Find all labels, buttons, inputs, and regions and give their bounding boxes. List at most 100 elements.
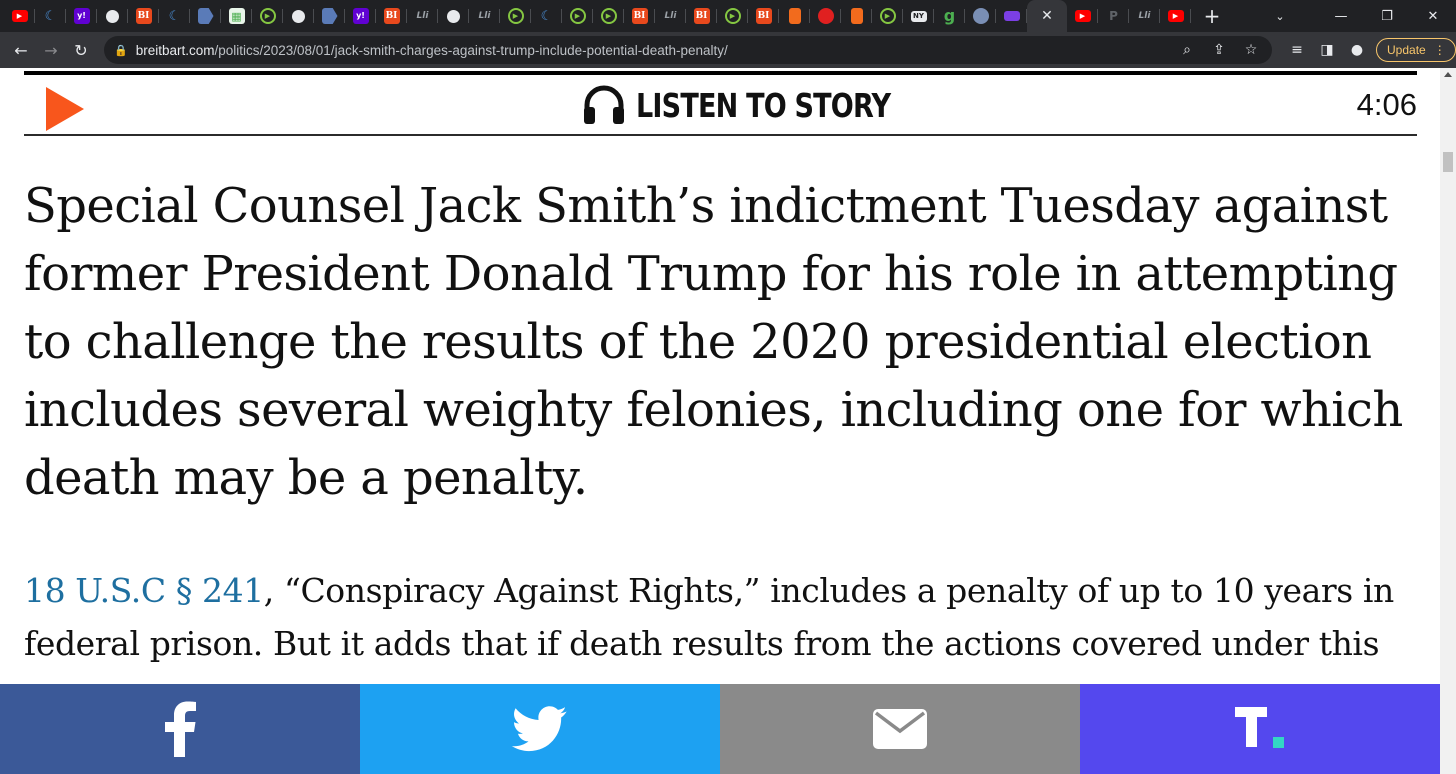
browser-tab[interactable]: BI — [376, 0, 407, 32]
browser-tab[interactable]: P — [1098, 0, 1129, 32]
restore-icon[interactable]: ❐ — [1364, 0, 1410, 32]
browser-tab[interactable]: ☾ — [531, 0, 562, 32]
news-icon: NY — [910, 10, 927, 22]
toolbar-actions: ≡ ◨ ● Update ⋮ — [1282, 35, 1456, 65]
browser-tab[interactable]: Lli — [469, 0, 500, 32]
url-text[interactable]: breitbart.com/politics/2023/08/01/jack-s… — [136, 43, 728, 58]
more-menu-icon[interactable]: ⋮ — [1434, 43, 1446, 57]
new-tab-button[interactable]: + — [1195, 0, 1229, 32]
tab-search-icon[interactable]: ⌄ — [1260, 0, 1300, 32]
browser-tab[interactable]: ☾ — [35, 0, 66, 32]
crescent-icon: ☾ — [44, 8, 57, 24]
address-bar[interactable]: 🔒 breitbart.com/politics/2023/08/01/jack… — [104, 36, 1272, 64]
back-icon[interactable]: ← — [6, 35, 36, 65]
browser-tab[interactable]: BI — [686, 0, 717, 32]
tab-list: ▶ ☾ y! BI ☾ ▦ ▶ y! BI Lli Lli ▶ ☾ ▶ ▶ BI Lli BI ▶ BI ▶ NY g ✕ ▶ P… — [4, 0, 1191, 32]
browser-tab[interactable]: BI — [128, 0, 159, 32]
youtube-icon: ▶ — [1074, 10, 1091, 22]
breitbart-icon: BI — [631, 8, 648, 24]
close-window-icon[interactable]: ✕ — [1410, 0, 1456, 32]
browser-tab[interactable]: ☾ — [159, 0, 190, 32]
browser-tab[interactable] — [810, 0, 841, 32]
play-icon[interactable] — [46, 87, 84, 131]
scroll-thumb[interactable] — [1443, 152, 1453, 172]
truth-social-share-button[interactable] — [1080, 684, 1440, 774]
browser-tab[interactable] — [190, 0, 221, 32]
browser-tab[interactable]: ▶ — [593, 0, 624, 32]
share-bar — [0, 684, 1440, 774]
browser-tab[interactable] — [965, 0, 996, 32]
browser-tab[interactable]: Lli — [1129, 0, 1160, 32]
email-share-button[interactable] — [720, 684, 1080, 774]
truth-social-icon — [1235, 707, 1284, 748]
browser-tab[interactable] — [283, 0, 314, 32]
rumble-icon: ▶ — [879, 8, 896, 24]
profile-icon[interactable]: ● — [1342, 35, 1372, 65]
browser-tab[interactable] — [97, 0, 128, 32]
rumble-icon: ▶ — [507, 8, 524, 24]
browser-tab[interactable]: y! — [66, 0, 97, 32]
update-button[interactable]: Update ⋮ — [1376, 38, 1456, 62]
browser-tab[interactable] — [996, 0, 1027, 32]
browser-tab[interactable]: y! — [345, 0, 376, 32]
slash-icon: Lli — [416, 10, 429, 21]
breitbart-icon: BI — [693, 8, 710, 24]
listen-to-story[interactable]: LISTEN TO STORY — [582, 83, 946, 127]
page-scrollbar[interactable] — [1440, 68, 1456, 774]
browser-tab[interactable]: Lli — [407, 0, 438, 32]
url-host: breitbart.com — [135, 42, 215, 58]
browser-tab[interactable]: ▶ — [717, 0, 748, 32]
media-queue-icon[interactable]: ≡ — [1282, 35, 1312, 65]
purple-icon — [1003, 11, 1020, 21]
arrow-tag-icon — [321, 8, 338, 24]
browser-tab[interactable]: ▶ — [1160, 0, 1191, 32]
browser-tab[interactable]: ▦ — [221, 0, 252, 32]
parler-icon: P — [1109, 9, 1118, 23]
browser-tab[interactable]: BI — [748, 0, 779, 32]
zoom-icon[interactable]: ⌕ — [1172, 36, 1202, 64]
share-icon[interactable]: ⇪ — [1204, 36, 1234, 64]
browser-tab[interactable] — [841, 0, 872, 32]
forward-icon[interactable]: → — [36, 35, 66, 65]
browser-tab[interactable] — [438, 0, 469, 32]
bookmark-icon — [788, 8, 801, 24]
minimize-icon[interactable]: — — [1318, 0, 1364, 32]
audio-duration: 4:06 — [1356, 87, 1417, 122]
browser-tab[interactable]: ▶ — [4, 0, 35, 32]
browser-tab[interactable]: ▶ — [252, 0, 283, 32]
statute-link[interactable]: 18 U.S.C § 241 — [24, 571, 264, 610]
browser-tab[interactable]: Lli — [655, 0, 686, 32]
browser-tab[interactable]: BI — [624, 0, 655, 32]
crescent-icon: ☾ — [168, 8, 181, 24]
update-label: Update — [1387, 43, 1426, 57]
browser-tab[interactable]: ▶ — [872, 0, 903, 32]
tab-close-icon[interactable]: ✕ — [1041, 8, 1053, 24]
globe-icon — [292, 9, 305, 23]
browser-tab[interactable] — [779, 0, 810, 32]
side-panel-icon[interactable]: ◨ — [1312, 35, 1342, 65]
twitter-share-button[interactable] — [360, 684, 720, 774]
browser-tab[interactable]: ▶ — [1067, 0, 1098, 32]
reload-icon[interactable]: ↻ — [66, 35, 96, 65]
twitter-icon — [511, 706, 567, 752]
breitbart-icon: BI — [135, 8, 152, 24]
browser-tab[interactable]: NY — [903, 0, 934, 32]
window-controls: ⌄ — ❐ ✕ — [1260, 0, 1456, 32]
browser-tab[interactable]: g — [934, 0, 965, 32]
listen-label: LISTEN TO STORY — [636, 85, 891, 125]
browser-tab[interactable]: ▶ — [562, 0, 593, 32]
yahoo-icon: y! — [73, 8, 90, 24]
tab-active[interactable]: ✕ — [1027, 0, 1067, 32]
avatar-icon — [972, 8, 989, 24]
article-paragraph: 18 U.S.C § 241, “Conspiracy Against Righ… — [24, 564, 1424, 670]
facebook-share-button[interactable] — [0, 684, 360, 774]
yahoo-icon: y! — [352, 8, 369, 24]
browser-tab[interactable] — [314, 0, 345, 32]
rumble-icon: ▶ — [569, 8, 586, 24]
breitbart-icon: BI — [755, 8, 772, 24]
slash-icon: Lli — [478, 10, 491, 21]
scroll-up-arrow-icon[interactable] — [1444, 72, 1452, 77]
bookmark-star-icon[interactable]: ☆ — [1236, 36, 1266, 64]
tab-strip: ▶ ☾ y! BI ☾ ▦ ▶ y! BI Lli Lli ▶ ☾ ▶ ▶ BI Lli BI ▶ BI ▶ NY g ✕ ▶ P… — [0, 0, 1456, 32]
browser-tab[interactable]: ▶ — [500, 0, 531, 32]
